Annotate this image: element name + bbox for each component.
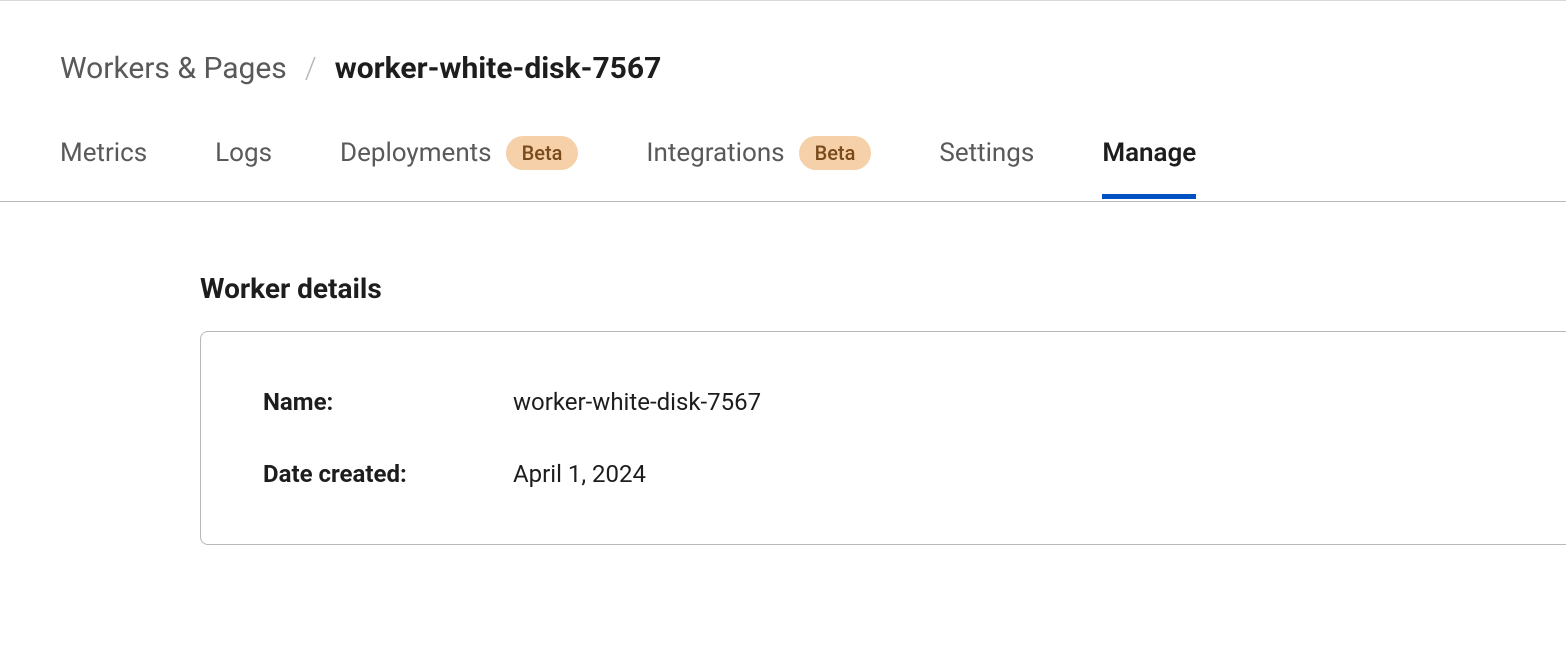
tab-label: Settings	[939, 138, 1034, 168]
tab-label: Metrics	[60, 138, 147, 168]
tab-manage[interactable]: Manage	[1102, 138, 1196, 199]
tab-settings[interactable]: Settings	[939, 138, 1034, 199]
tab-label: Integrations	[646, 138, 784, 168]
beta-badge: Beta	[506, 136, 579, 170]
beta-badge: Beta	[799, 136, 872, 170]
tab-label: Logs	[215, 138, 272, 168]
breadcrumb-current: worker-white-disk-7567	[335, 51, 662, 86]
worker-details-card: Name: worker-white-disk-7567 Date create…	[200, 331, 1566, 545]
detail-value-name: worker-white-disk-7567	[513, 388, 761, 416]
detail-label-name: Name:	[263, 388, 513, 416]
tab-metrics[interactable]: Metrics	[60, 138, 147, 199]
tab-integrations[interactable]: Integrations Beta	[646, 136, 871, 201]
detail-row-date: Date created: April 1, 2024	[263, 460, 1504, 488]
detail-row-name: Name: worker-white-disk-7567	[263, 388, 1504, 416]
breadcrumb-separator: /	[305, 51, 317, 86]
tabs-container: Metrics Logs Deployments Beta Integratio…	[0, 136, 1566, 202]
detail-value-date: April 1, 2024	[513, 460, 646, 488]
detail-label-date: Date created:	[263, 460, 513, 488]
section-title: Worker details	[200, 272, 1566, 305]
breadcrumb-parent-link[interactable]: Workers & Pages	[60, 51, 287, 86]
tab-label: Manage	[1102, 138, 1196, 168]
tab-deployments[interactable]: Deployments Beta	[340, 136, 578, 201]
tab-logs[interactable]: Logs	[215, 138, 272, 199]
tab-label: Deployments	[340, 138, 492, 168]
content-area: Worker details Name: worker-white-disk-7…	[0, 202, 1566, 545]
page-container: Workers & Pages / worker-white-disk-7567	[0, 1, 1566, 86]
breadcrumb: Workers & Pages / worker-white-disk-7567	[60, 51, 1566, 86]
